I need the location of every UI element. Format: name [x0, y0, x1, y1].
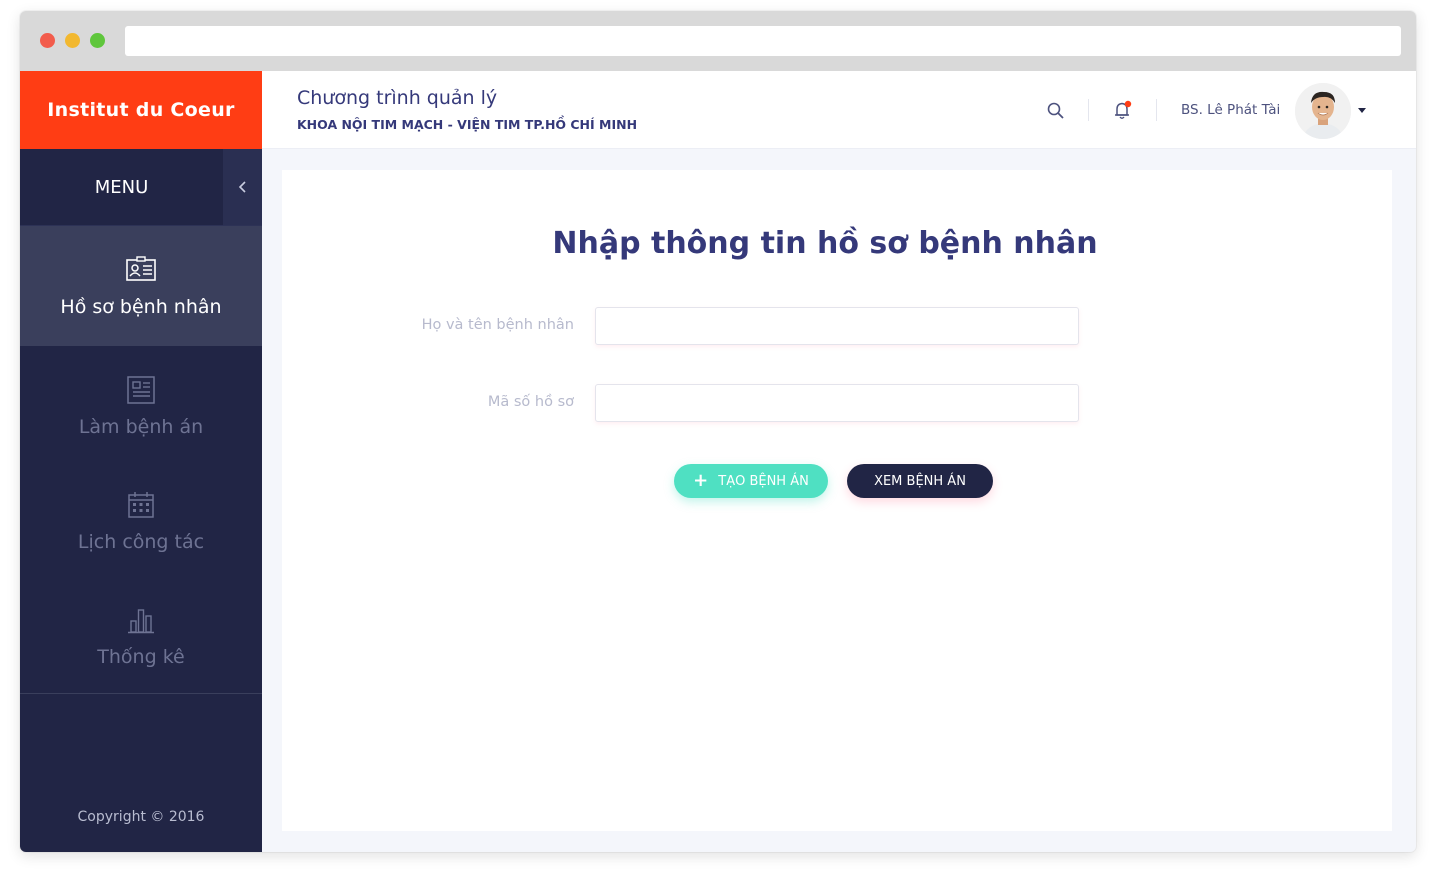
user-avatar-icon — [1295, 83, 1351, 139]
sidebar-item-schedule[interactable]: Lịch công tác — [20, 461, 262, 581]
patient-name-input[interactable] — [595, 307, 1079, 345]
bar-chart-icon — [128, 609, 154, 634]
top-header: Chương trình quản lý KHOA NỘI TIM MẠCH -… — [262, 71, 1416, 149]
sidebar-item-patient-records[interactable]: Hồ sơ bệnh nhân — [20, 226, 262, 346]
create-record-button[interactable]: + TẠO BỆNH ÁN — [674, 464, 828, 498]
address-bar[interactable] — [125, 26, 1401, 56]
close-window-button[interactable] — [40, 33, 55, 48]
view-record-button[interactable]: XEM BỆNH ÁN — [847, 464, 993, 498]
record-id-label: Mã số hồ sơ — [487, 394, 574, 410]
browser-chrome — [20, 11, 1416, 71]
patient-name-label: Họ và tên bệnh nhân — [421, 317, 574, 333]
sidebar-divider — [20, 693, 262, 694]
minimize-window-button[interactable] — [65, 33, 80, 48]
patient-form-card: Nhập thông tin hồ sơ bệnh nhân Họ và tên… — [282, 170, 1392, 831]
form-title: Nhập thông tin hồ sơ bệnh nhân — [552, 226, 1098, 261]
search-icon[interactable] — [1046, 101, 1066, 121]
view-record-label: XEM BỆNH ÁN — [874, 473, 966, 489]
sidebar-item-statistics[interactable]: Thống kê — [20, 576, 262, 696]
menu-header: MENU — [20, 149, 262, 226]
bell-icon[interactable] — [1112, 99, 1134, 121]
create-record-label: TẠO BỆNH ÁN — [718, 473, 809, 489]
brand-logo[interactable]: Institut du Coeur — [20, 71, 262, 149]
sidebar: Institut du Coeur MENU Hồ sơ bệnh nhân L… — [20, 71, 262, 852]
notification-dot — [1124, 100, 1132, 108]
sidebar-item-label: Hồ sơ bệnh nhân — [60, 296, 222, 318]
maximize-window-button[interactable] — [90, 33, 105, 48]
avatar[interactable] — [1295, 83, 1351, 139]
record-id-input[interactable] — [595, 384, 1079, 422]
id-card-icon — [126, 256, 156, 281]
app-title: Chương trình quản lý — [297, 87, 498, 109]
department-subtitle: KHOA NỘI TIM MẠCH - VIỆN TIM TP.HỒ CHÍ M… — [297, 117, 638, 132]
calendar-icon — [128, 492, 154, 518]
collapse-sidebar-button[interactable] — [223, 149, 262, 225]
user-name[interactable]: BS. Lê Phát Tài — [1181, 102, 1280, 118]
copyright-text: Copyright © 2016 — [77, 809, 205, 825]
header-divider — [1156, 99, 1157, 121]
browser-window: Institut du Coeur MENU Hồ sơ bệnh nhân L… — [20, 11, 1416, 852]
sidebar-item-label: Thống kê — [97, 646, 185, 668]
plus-icon: + — [693, 470, 709, 491]
header-divider — [1088, 99, 1089, 121]
caret-down-icon[interactable] — [1356, 105, 1368, 115]
sidebar-item-label: Lịch công tác — [77, 531, 205, 553]
document-icon — [127, 376, 155, 404]
sidebar-item-medical-record[interactable]: Làm bệnh án — [20, 346, 262, 466]
sidebar-item-label: Làm bệnh án — [78, 416, 204, 438]
chevron-left-icon — [238, 181, 246, 193]
menu-title: MENU — [94, 176, 149, 198]
